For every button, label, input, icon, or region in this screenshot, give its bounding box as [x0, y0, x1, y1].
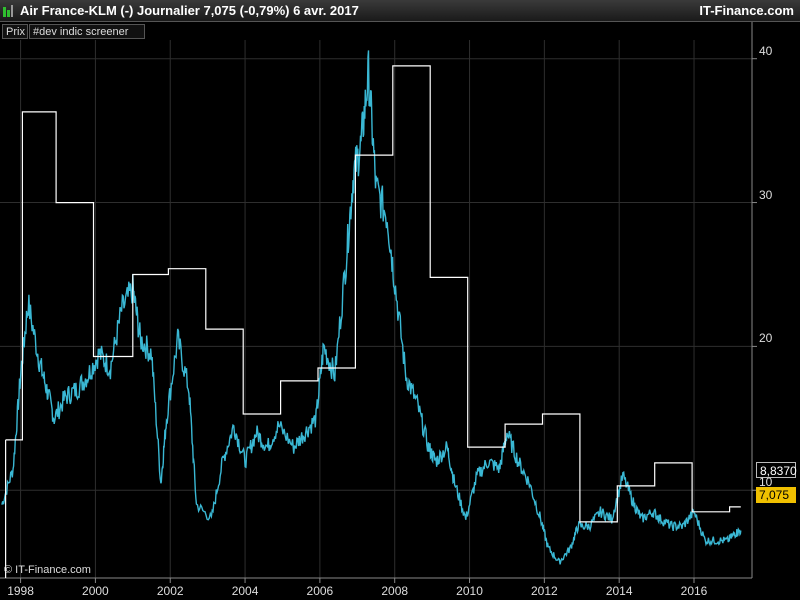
x-tick-label: 2012: [530, 584, 558, 598]
y-tick-label: 10: [759, 475, 773, 490]
step-indicator-line: [5, 65, 741, 523]
price-line: [1, 50, 742, 565]
price-chart[interactable]: [0, 0, 800, 600]
x-tick-label: 1998: [7, 584, 34, 598]
x-tick-label: 2004: [231, 584, 259, 598]
x-tick-label: 2014: [605, 584, 633, 598]
tab-prix[interactable]: Prix: [2, 24, 28, 39]
y-tick-label: 40: [759, 43, 773, 58]
chart-bar-icon: [3, 5, 13, 17]
chart-header: Air France-KLM (-) Journalier 7,075 (-0,…: [0, 0, 800, 22]
y-tick-label: 30: [759, 187, 773, 202]
x-tick-label: 2000: [82, 584, 109, 598]
x-tick-label: 2006: [306, 584, 334, 598]
x-tick-label: 2016: [680, 584, 708, 598]
x-tick-label: 2008: [381, 584, 409, 598]
last-price-flag: 7,075: [756, 487, 796, 503]
brand-label: IT-Finance.com: [699, 3, 794, 18]
y-tick-label: 20: [759, 331, 773, 346]
copyright-label: © IT-Finance.com: [4, 564, 91, 576]
x-tick-label: 2002: [156, 584, 184, 598]
tab-dev-indic-screener[interactable]: #dev indic screener: [29, 24, 145, 39]
x-tick-label: 2010: [456, 584, 483, 598]
chart-title: Air France-KLM (-) Journalier 7,075 (-0,…: [20, 3, 359, 18]
